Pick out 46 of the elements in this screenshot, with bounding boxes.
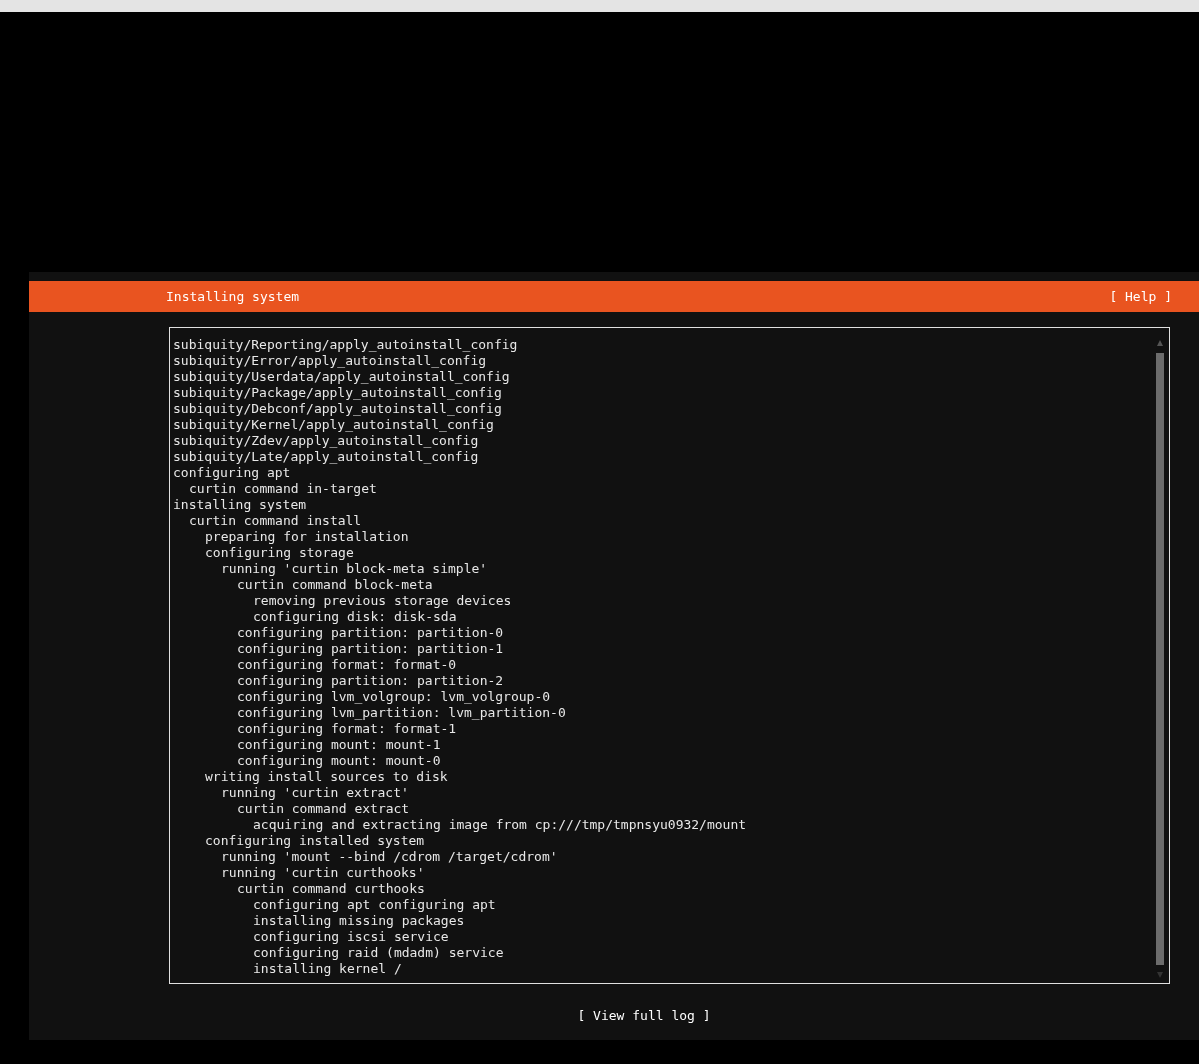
log-line: configuring partition: partition-2 bbox=[237, 673, 504, 689]
log-line: curtin command curthooks bbox=[237, 881, 425, 897]
log-line: running 'curtin extract' bbox=[221, 785, 409, 801]
log-line: writing install sources to disk bbox=[205, 769, 448, 785]
log-line: configuring mount: mount-0 bbox=[237, 753, 441, 769]
log-line: subiquity/Reporting/apply_autoinstall_config bbox=[173, 337, 518, 353]
log-line: running 'curtin curthooks' bbox=[221, 865, 425, 881]
log-line: removing previous storage devices bbox=[253, 593, 512, 609]
log-line: running 'mount --bind /cdrom /target/cdrom' bbox=[221, 849, 558, 865]
log-line: acquiring and extracting image from cp:///tmp/tmpnsyu0932/mount bbox=[253, 817, 747, 833]
log-line: configuring apt configuring apt bbox=[253, 897, 496, 913]
scroll-up-icon[interactable] bbox=[1156, 339, 1164, 347]
log-line: curtin command in-target bbox=[189, 481, 377, 497]
log-line: configuring disk: disk-sda bbox=[253, 609, 457, 625]
log-line: curtin command block-meta bbox=[237, 577, 433, 593]
log-line: subiquity/Zdev/apply_autoinstall_config bbox=[173, 433, 479, 449]
log-line: installing system bbox=[173, 497, 307, 513]
log-line: subiquity/Late/apply_autoinstall_config bbox=[173, 449, 479, 465]
log-line: configuring lvm_volgroup: lvm_volgroup-0 bbox=[237, 689, 551, 705]
screen-title: Installing system bbox=[166, 288, 300, 305]
log-line: configuring format: format-0 bbox=[237, 657, 457, 673]
log-line: configuring iscsi service bbox=[253, 929, 449, 945]
log-line: configuring raid (mdadm) service bbox=[253, 945, 504, 961]
log-line: subiquity/Userdata/apply_autoinstall_config bbox=[173, 369, 510, 385]
log-line: subiquity/Kernel/apply_autoinstall_config bbox=[173, 417, 494, 433]
log-line: installing missing packages bbox=[253, 913, 465, 929]
log-line: configuring partition: partition-0 bbox=[237, 625, 504, 641]
log-line: configuring lvm_partition: lvm_partition-0 bbox=[237, 705, 566, 721]
scroll-down-icon[interactable] bbox=[1156, 971, 1164, 979]
log-line: running 'curtin block-meta simple' bbox=[221, 561, 488, 577]
log-line: configuring format: format-1 bbox=[237, 721, 457, 737]
scrollbar-thumb[interactable] bbox=[1156, 353, 1164, 965]
log-line: subiquity/Package/apply_autoinstall_config bbox=[173, 385, 502, 401]
log-line: installing kernel / bbox=[253, 961, 402, 977]
log-line: configuring mount: mount-1 bbox=[237, 737, 441, 753]
view-full-log-button[interactable]: [ View full log ] bbox=[577, 1008, 711, 1024]
log-line: configuring apt bbox=[173, 465, 291, 481]
log-line: preparing for installation bbox=[205, 529, 409, 545]
log-line: configuring installed system bbox=[205, 833, 425, 849]
log-line: configuring storage bbox=[205, 545, 354, 561]
log-line: curtin command install bbox=[189, 513, 362, 529]
help-button[interactable]: [ Help ] bbox=[1109, 288, 1172, 305]
log-line: curtin command extract bbox=[237, 801, 410, 817]
log-line: subiquity/Debconf/apply_autoinstall_config bbox=[173, 401, 502, 417]
log-line: subiquity/Error/apply_autoinstall_config bbox=[173, 353, 487, 369]
log-line: configuring partition: partition-1 bbox=[237, 641, 504, 657]
